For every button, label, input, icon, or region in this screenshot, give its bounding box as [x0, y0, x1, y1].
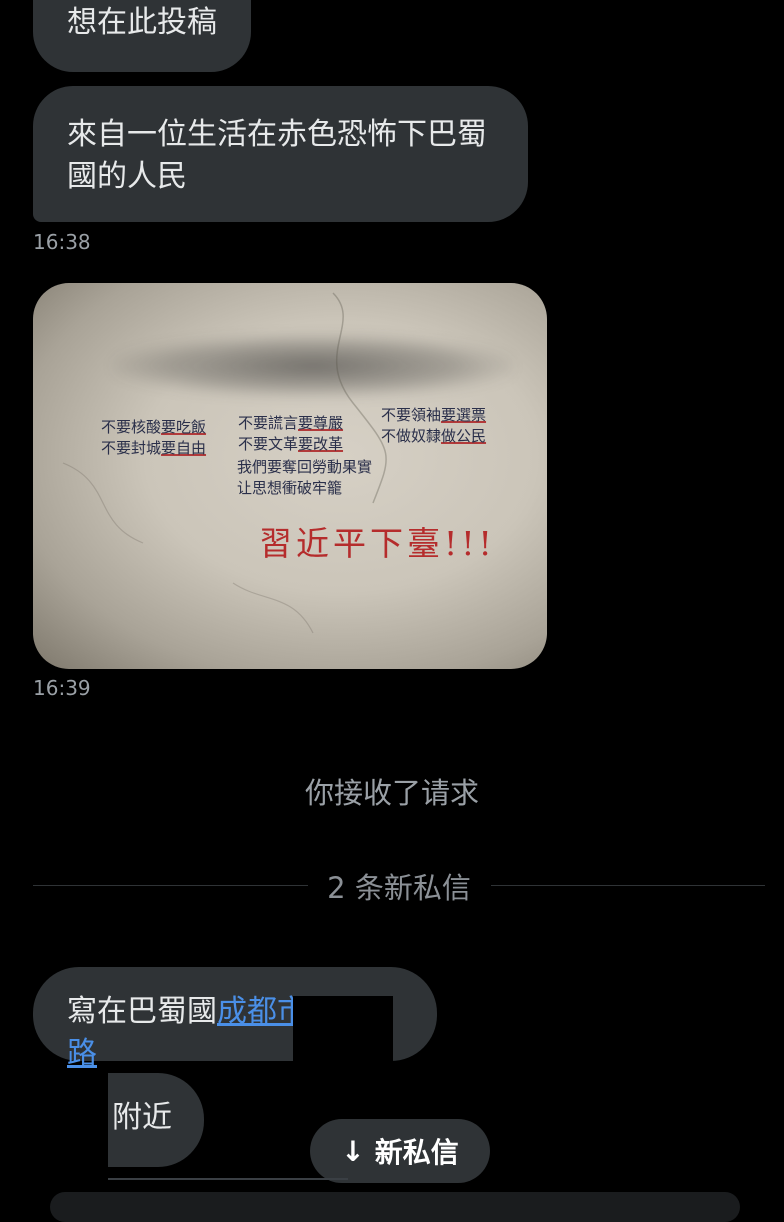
new-messages-divider-label: 2 条新私信: [327, 871, 471, 905]
message-text: 想在此投稿: [67, 5, 217, 40]
new-messages-label: 新私信: [374, 1136, 459, 1169]
message-image[interactable]: 不要核酸要吃飯 不要封城要自由 不要謊言要尊嚴 不要文革要改革 不要領袖要選票 …: [33, 283, 547, 669]
bottom-separator: [108, 1178, 348, 1180]
message-text-line: 國的人民: [67, 159, 187, 194]
new-messages-button[interactable]: ↓ 新私信: [310, 1119, 490, 1183]
message-text: 寫在巴蜀國: [67, 994, 217, 1029]
arrow-down-icon: ↓: [341, 1134, 365, 1168]
message-input-edge[interactable]: [50, 1192, 740, 1222]
message-text-line: 來自一位生活在赤色恐怖下巴蜀: [67, 117, 487, 152]
request-accepted-notice: 你接收了请求: [304, 776, 479, 810]
divider-line-left: [33, 885, 308, 886]
message-text: 附近: [112, 1100, 172, 1135]
location-link-suffix[interactable]: 路: [67, 1036, 97, 1071]
redaction-block: [293, 996, 393, 1066]
message-timestamp: 16:38: [33, 230, 91, 254]
graffiti-red-slogan: 習近平下臺!!!: [259, 524, 496, 563]
message-bubble[interactable]: 來自一位生活在赤色恐怖下巴蜀 國的人民: [33, 86, 528, 222]
message-bubble[interactable]: 附近: [108, 1073, 204, 1167]
message-bubble[interactable]: 想在此投稿: [33, 0, 251, 72]
graffiti-col2: 不要謊言要尊嚴 不要文革要改革: [238, 414, 344, 453]
graffiti-middle: 我們要奪回勞動果實 让思想衝破牢籠: [237, 458, 373, 497]
message-timestamp: 16:39: [33, 676, 91, 700]
graffiti-col3: 不要領袖要選票 不做奴隸做公民: [381, 406, 487, 445]
graffiti-col1: 不要核酸要吃飯 不要封城要自由: [101, 418, 207, 457]
divider-line-right: [491, 885, 765, 886]
